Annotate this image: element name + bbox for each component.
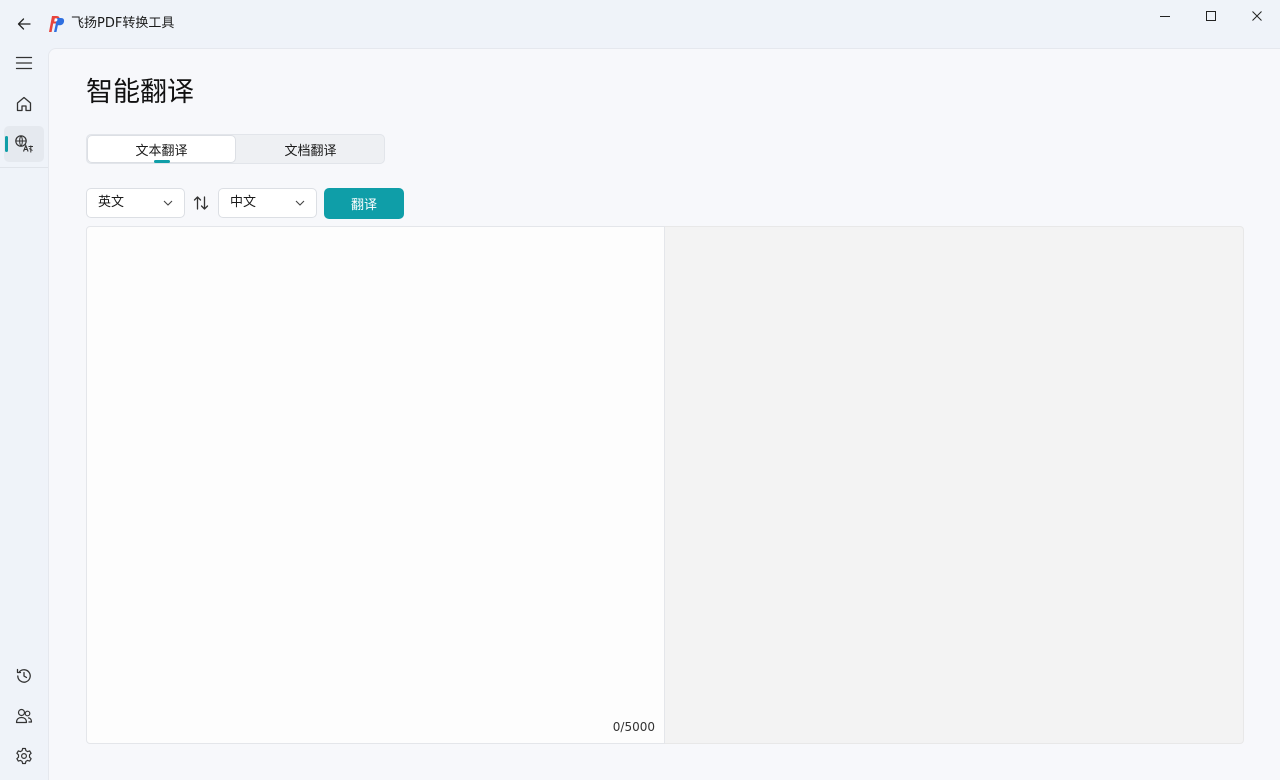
gear-icon: [16, 747, 32, 765]
main-content: 智能翻译 文本翻译 文档翻译 英文 中文 翻译 0/5000: [48, 48, 1280, 780]
home-icon: [16, 96, 32, 112]
translation-mode-tabs: 文本翻译 文档翻译: [86, 134, 385, 164]
sidebar-divider: [0, 167, 48, 168]
close-icon: [1252, 11, 1262, 21]
app-title: 飞扬PDF转换工具: [71, 16, 175, 31]
swap-languages-button[interactable]: [190, 192, 212, 214]
title-bar: 飞扬PDF转换工具: [0, 0, 1280, 48]
tab-text-translation[interactable]: 文本翻译: [87, 135, 236, 163]
active-tab-indicator: [154, 160, 170, 163]
sidebar-item-home[interactable]: [4, 86, 44, 122]
minimize-button[interactable]: [1142, 0, 1188, 32]
maximize-button[interactable]: [1188, 0, 1234, 32]
tab-label: 文档翻译: [284, 143, 337, 159]
translate-button[interactable]: 翻译: [324, 188, 404, 219]
sidebar-item-translate[interactable]: [4, 126, 44, 162]
close-button[interactable]: [1234, 0, 1280, 32]
history-icon: [16, 668, 31, 683]
back-button[interactable]: [11, 11, 37, 37]
sidebar-item-history[interactable]: [4, 658, 44, 694]
swap-icon: [193, 196, 209, 210]
active-indicator: [5, 136, 8, 152]
maximize-icon: [1206, 11, 1216, 21]
source-language-value: 英文: [98, 195, 125, 210]
translate-icon: [15, 135, 33, 153]
source-text-panel: 0/5000: [86, 226, 665, 744]
sidebar: [0, 48, 48, 780]
tab-label: 文本翻译: [135, 143, 188, 159]
source-text-input[interactable]: [87, 227, 664, 743]
hamburger-menu-icon: [15, 56, 33, 70]
chevron-down-icon: [163, 200, 173, 206]
minimize-icon: [1160, 16, 1170, 17]
sidebar-menu-button[interactable]: [4, 45, 44, 81]
users-icon: [15, 708, 33, 724]
chevron-down-icon: [295, 200, 305, 206]
back-arrow-icon: [17, 18, 31, 30]
target-language-select[interactable]: 中文: [218, 188, 317, 218]
source-language-select[interactable]: 英文: [86, 188, 185, 218]
tab-document-translation[interactable]: 文档翻译: [236, 135, 385, 163]
char-count: 0/5000: [612, 720, 655, 734]
translation-output-panel: [665, 226, 1244, 744]
sidebar-item-account[interactable]: [4, 698, 44, 734]
sidebar-item-settings[interactable]: [4, 738, 44, 774]
target-language-value: 中文: [230, 195, 257, 210]
app-logo-icon: [49, 16, 65, 32]
page-title: 智能翻译: [86, 77, 194, 108]
